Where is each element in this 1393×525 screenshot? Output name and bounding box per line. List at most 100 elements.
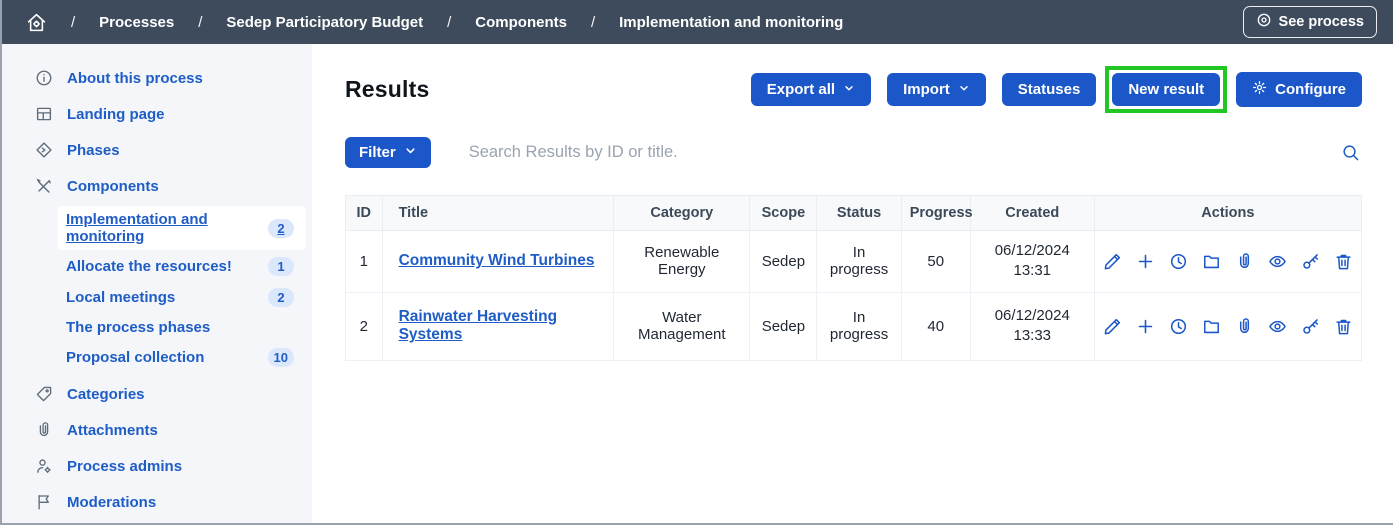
import-button[interactable]: Import [887,73,986,106]
see-process-button[interactable]: See process [1243,6,1377,38]
sidebar-item-components[interactable]: Components [2,168,312,204]
preview-eye-icon[interactable] [1268,317,1287,336]
delete-trash-icon[interactable] [1334,252,1353,271]
delete-trash-icon[interactable] [1334,317,1353,336]
edit-icon[interactable] [1103,252,1122,271]
add-icon[interactable] [1136,317,1155,336]
sidebar-item-moderations[interactable]: Moderations [2,484,312,520]
edit-icon[interactable] [1103,317,1122,336]
subitem-label: Local meetings [66,289,175,306]
toolbar: Export all Import Statuses [751,72,1362,107]
sidebar-item-categories[interactable]: Categories [2,376,312,412]
add-icon[interactable] [1136,252,1155,271]
paperclip-icon [35,421,53,439]
export-all-button[interactable]: Export all [751,73,871,106]
sidebar-subitem-allocate-the-resources[interactable]: Allocate the resources! 1 [58,252,306,281]
cell-title: Rainwater Harvesting Systems [382,292,614,360]
cell-id: 1 [346,231,383,293]
preview-eye-icon[interactable] [1268,252,1287,271]
cell-created: 06/12/2024 13:33 [970,292,1094,360]
column-header-scope: Scope [750,196,817,231]
column-header-created: Created [970,196,1094,231]
column-header-title: Title [382,196,614,231]
breadcrumb-current-component[interactable]: Implementation and monitoring [619,14,843,31]
sidebar-item-landing-page[interactable]: Landing page [2,96,312,132]
permissions-key-icon[interactable] [1301,252,1320,271]
folder-icon[interactable] [1202,317,1221,336]
chevron-down-icon [404,144,417,161]
result-title-link[interactable]: Community Wind Turbines [399,252,595,269]
gear-icon [1252,80,1267,99]
filter-search-row: Filter [345,137,1362,168]
breadcrumb-processes[interactable]: Processes [99,14,174,31]
subitem-label: Allocate the resources! [66,258,232,275]
user-gear-icon [35,457,53,475]
page-title: Results [345,76,429,103]
sidebar-item-label: Moderations [67,494,156,511]
configure-button[interactable]: Configure [1236,72,1362,107]
breadcrumb-components[interactable]: Components [475,14,567,31]
sidebar-item-label: Phases [67,142,120,159]
created-time: 13:33 [979,326,1086,346]
sidebar-subitem-proposal-collection[interactable]: Proposal collection 10 [58,343,306,372]
sidebar: About this process Landing page Phases [2,44,312,523]
admin-page: / Processes / Sedep Participatory Budget… [0,0,1393,525]
breadcrumb-separator: / [591,14,595,31]
breadcrumb-separator: / [198,14,202,31]
milestone-icon [35,141,53,159]
results-table: ID Title Category Scope Status Progress … [345,195,1362,361]
table-row: 1 Community Wind Turbines Renewable Ener… [346,231,1362,293]
cell-scope: Sedep [750,292,817,360]
sidebar-subitem-implementation-and-monitoring[interactable]: Implementation and monitoring 2 [58,206,306,250]
sidebar-item-process-admins[interactable]: Process admins [2,448,312,484]
filter-button[interactable]: Filter [345,137,431,168]
new-result-button[interactable]: New result [1112,73,1220,106]
import-label: Import [903,81,950,98]
new-result-label: New result [1128,81,1204,98]
timeline-clock-icon[interactable] [1169,317,1188,336]
column-header-progress: Progress [901,196,970,231]
result-title-link[interactable]: Rainwater Harvesting Systems [399,308,558,343]
sidebar-item-label: Attachments [67,422,158,439]
count-badge: 2 [268,219,294,238]
timeline-clock-icon[interactable] [1169,252,1188,271]
filter-label: Filter [359,144,396,161]
created-date: 06/12/2024 [979,241,1086,261]
layout-icon [35,105,53,123]
cell-progress: 40 [901,292,970,360]
permissions-key-icon[interactable] [1301,317,1320,336]
search-input[interactable] [469,143,1339,162]
sidebar-subitem-local-meetings[interactable]: Local meetings 2 [58,283,306,312]
breadcrumb-process-name[interactable]: Sedep Participatory Budget [226,14,423,31]
target-circle-icon [1256,12,1272,32]
breadcrumb-separator: / [71,14,75,31]
highlight-annotation-box: New result [1105,66,1227,113]
sidebar-subitem-the-process-phases[interactable]: The process phases [58,314,306,341]
cell-status: In progress [817,292,901,360]
sidebar-item-attachments[interactable]: Attachments [2,412,312,448]
cell-category: Water Management [614,292,750,360]
cell-title: Community Wind Turbines [382,231,614,293]
statuses-label: Statuses [1018,81,1081,98]
attachment-icon[interactable] [1235,317,1254,336]
search-icon[interactable] [1339,143,1362,162]
column-header-status: Status [817,196,901,231]
cell-scope: Sedep [750,231,817,293]
subitem-label: Implementation and monitoring [66,211,268,245]
count-badge: 2 [268,288,294,307]
count-badge: 10 [268,348,294,367]
attachment-icon[interactable] [1235,252,1254,271]
tag-icon [35,385,53,403]
folder-icon[interactable] [1202,252,1221,271]
home-icon[interactable] [26,12,47,33]
flag-icon [35,493,53,511]
sidebar-item-about[interactable]: About this process [2,60,312,96]
cell-status: In progress [817,231,901,293]
cell-created: 06/12/2024 13:31 [970,231,1094,293]
statuses-button[interactable]: Statuses [1002,73,1097,106]
sidebar-item-label: Landing page [67,106,165,123]
sidebar-item-phases[interactable]: Phases [2,132,312,168]
count-badge: 1 [268,257,294,276]
table-row: 2 Rainwater Harvesting Systems Water Man… [346,292,1362,360]
chevron-down-icon [958,81,970,98]
